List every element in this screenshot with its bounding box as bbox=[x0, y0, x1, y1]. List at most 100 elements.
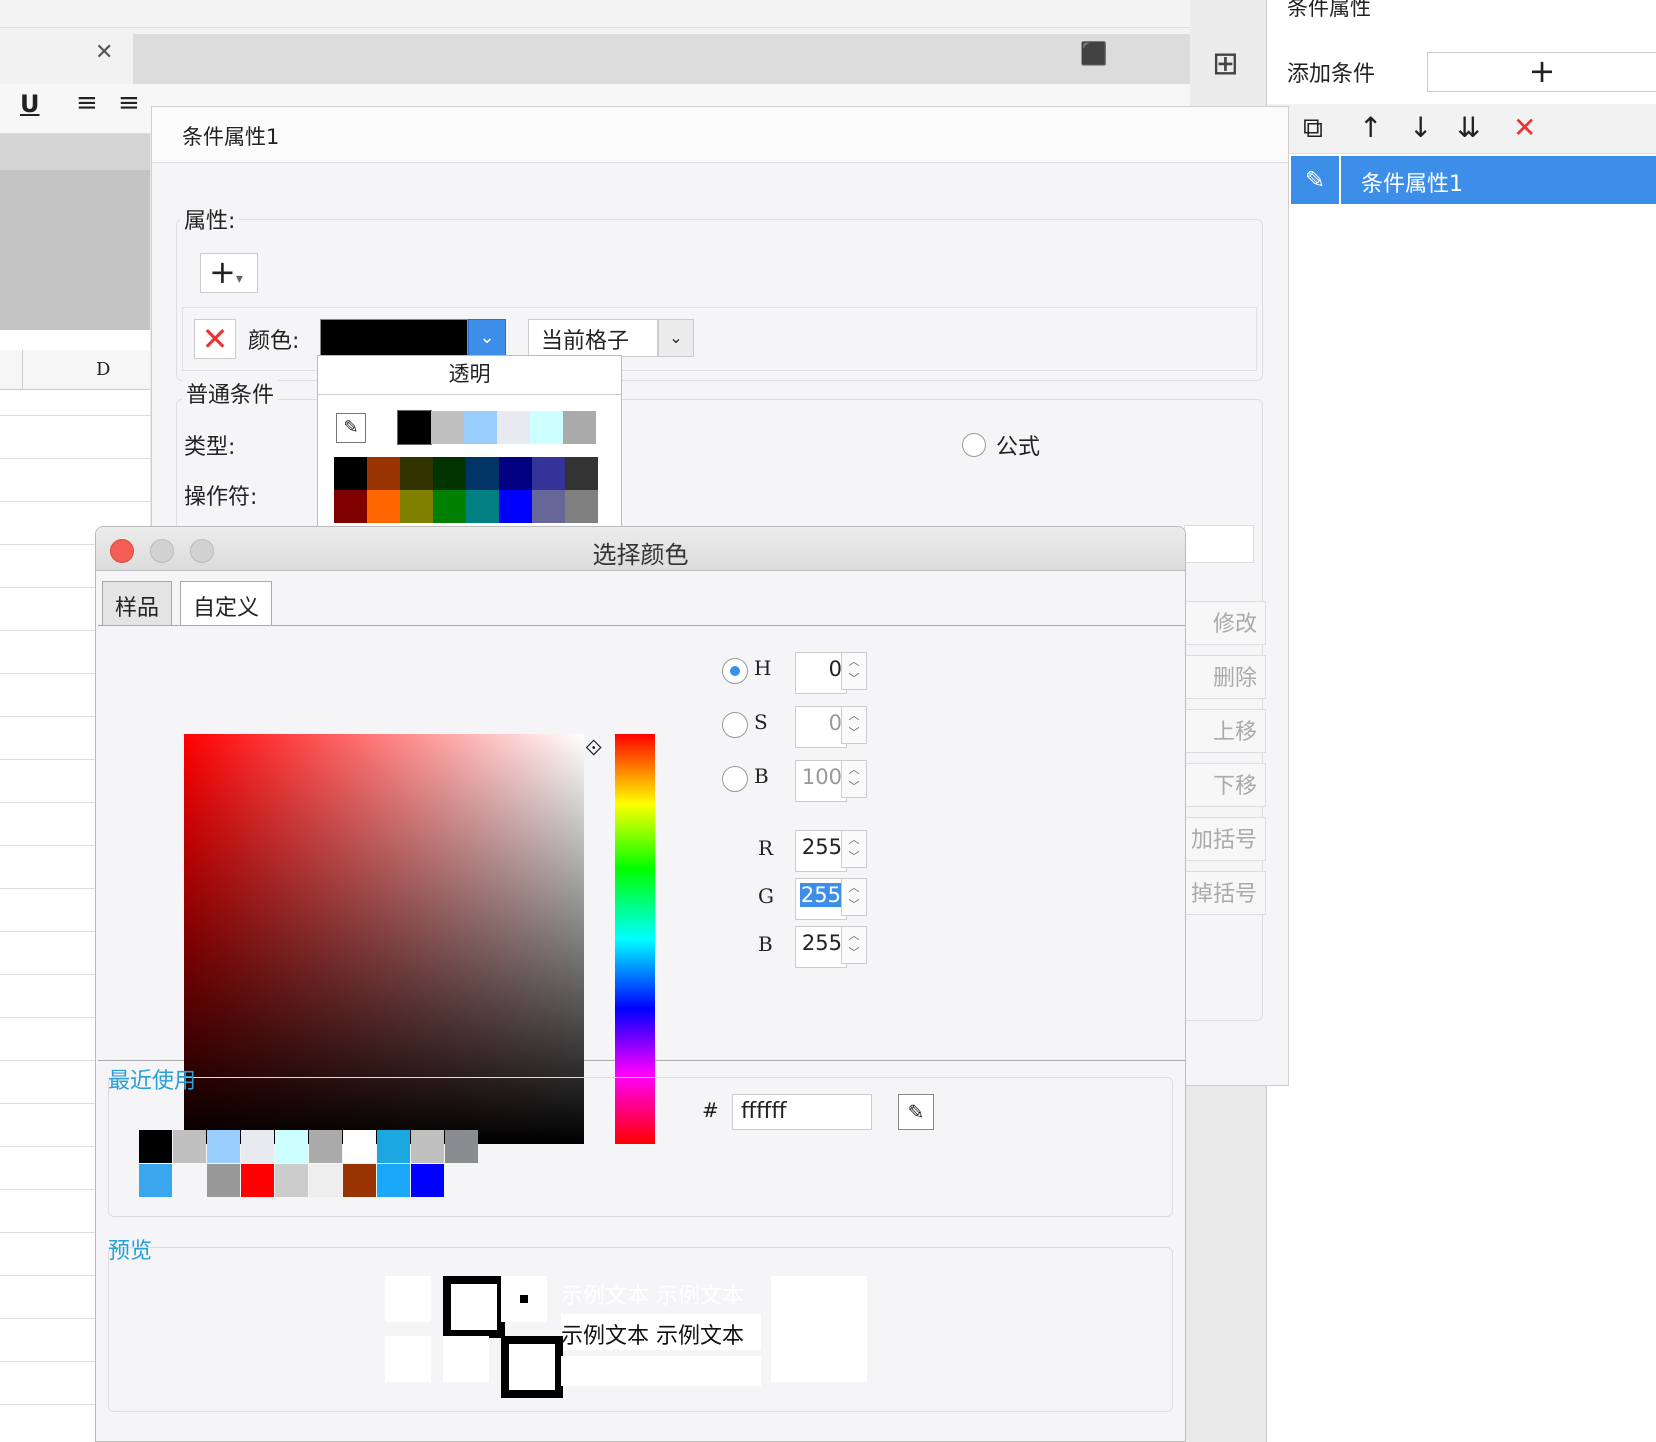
recent-color-swatch[interactable] bbox=[343, 1130, 376, 1163]
recent-color-swatch[interactable] bbox=[241, 1164, 274, 1197]
red-label: R bbox=[758, 836, 774, 860]
formula-radio[interactable] bbox=[962, 433, 986, 457]
recent-color-swatch[interactable] bbox=[173, 1130, 206, 1163]
palette-swatch[interactable] bbox=[334, 490, 367, 523]
align-left-icon[interactable]: ≡ bbox=[76, 88, 98, 118]
move-down-icon[interactable]: ↓ bbox=[1409, 112, 1432, 144]
delete-property-button[interactable]: ✕ bbox=[194, 319, 236, 359]
brightness-stepper[interactable]: ︿ ﹀ bbox=[841, 760, 867, 798]
recent-color-swatch[interactable] bbox=[139, 1130, 172, 1163]
green-stepper[interactable]: ︿ ﹀ bbox=[841, 878, 867, 916]
eyedropper-icon[interactable]: ✎ bbox=[336, 413, 366, 443]
saturation-stepper[interactable]: ︿ ﹀ bbox=[841, 706, 867, 744]
row-header bbox=[0, 350, 23, 389]
brightness-input[interactable]: 100 bbox=[795, 760, 847, 802]
hue-label: H bbox=[754, 656, 772, 680]
scope-select[interactable]: 当前格子 bbox=[528, 319, 658, 357]
panel-toolbar: ⧉ ↑ ↓ ⇊ ✕ bbox=[1267, 104, 1656, 154]
recent-color-swatch[interactable] bbox=[241, 1130, 274, 1163]
green-input[interactable]: 255 bbox=[795, 878, 847, 920]
recent-color-swatch[interactable] bbox=[309, 1164, 342, 1197]
copy-icon[interactable]: ⧉ bbox=[1303, 112, 1323, 144]
palette-swatch[interactable] bbox=[433, 490, 466, 523]
transparent-option[interactable]: 透明 bbox=[318, 356, 621, 395]
palette-swatch[interactable] bbox=[334, 457, 367, 490]
close-tab-icon[interactable]: ✕ bbox=[95, 40, 113, 65]
preview-blank-3 bbox=[443, 1336, 489, 1382]
palette-swatch[interactable] bbox=[466, 490, 499, 523]
recent-color-swatch[interactable] bbox=[275, 1164, 308, 1197]
palette-swatch[interactable] bbox=[367, 457, 400, 490]
blue-input[interactable]: 255 bbox=[795, 926, 847, 968]
palette-swatch[interactable] bbox=[499, 490, 532, 523]
recent-color-swatch[interactable] bbox=[377, 1130, 410, 1163]
hue-stepper[interactable]: ︿ ﹀ bbox=[841, 652, 867, 690]
hue-radio[interactable] bbox=[722, 658, 748, 684]
red-input[interactable]: 255 bbox=[795, 830, 847, 872]
underline-icon[interactable]: U bbox=[20, 90, 40, 118]
saturation-input[interactable]: 0 bbox=[795, 706, 847, 748]
palette-swatch[interactable] bbox=[565, 457, 598, 490]
preview-label: 预览 bbox=[108, 1239, 153, 1264]
choose-color-dialog: 选择颜色 样品 自定义 ⟐ H 0 ︿ ﹀ S 0 ︿ ﹀ B 100 ︿ ﹀ R 2… bbox=[95, 526, 1186, 1442]
delete-icon[interactable]: ✕ bbox=[1513, 112, 1536, 144]
palette-swatch[interactable] bbox=[499, 457, 532, 490]
red-stepper[interactable]: ︿ ﹀ bbox=[841, 830, 867, 868]
palette-swatch[interactable] bbox=[433, 457, 466, 490]
chevron-down-icon: ▾ bbox=[235, 271, 243, 287]
recent-color-swatch[interactable] bbox=[275, 1130, 308, 1163]
palette-swatch[interactable] bbox=[431, 411, 464, 444]
palette-swatch[interactable] bbox=[532, 490, 565, 523]
palette-swatch[interactable] bbox=[532, 457, 565, 490]
recent-colors-label: 最近使用 bbox=[108, 1069, 197, 1094]
condition-properties-panel: 条件属性 添加条件 + ⧉ ↑ ↓ ⇊ ✕ ✎ 条件属性1 bbox=[1266, 0, 1656, 1442]
color-dropdown-button[interactable]: ⌄ bbox=[468, 319, 506, 357]
blue-label: B bbox=[758, 932, 773, 956]
palette-swatch[interactable] bbox=[565, 490, 598, 523]
recent-color-swatch[interactable] bbox=[343, 1164, 376, 1197]
palette-swatch[interactable] bbox=[367, 490, 400, 523]
recent-color-swatch[interactable] bbox=[207, 1164, 240, 1197]
hue-handle-icon[interactable]: ⟐ bbox=[585, 734, 615, 764]
saturation-radio[interactable] bbox=[722, 712, 748, 738]
palette-swatch[interactable] bbox=[397, 410, 432, 445]
blue-stepper[interactable]: ︿ ﹀ bbox=[841, 926, 867, 964]
palette-swatch[interactable] bbox=[563, 411, 596, 444]
recent-colors-group bbox=[108, 1077, 1173, 1217]
tab-strip bbox=[133, 34, 1190, 84]
palette-swatch[interactable] bbox=[466, 457, 499, 490]
format-painter-icon[interactable]: ⬛ bbox=[1080, 42, 1107, 67]
add-property-button[interactable]: +▾ bbox=[200, 253, 258, 293]
recent-color-swatch[interactable] bbox=[309, 1130, 342, 1163]
column-header[interactable]: D bbox=[0, 350, 150, 390]
condition-list-item[interactable]: ✎ 条件属性1 bbox=[1291, 156, 1656, 204]
green-value: 255 bbox=[799, 883, 842, 907]
recent-color-swatch[interactable] bbox=[411, 1130, 444, 1163]
condition-item-label: 条件属性1 bbox=[1361, 172, 1463, 197]
color-swatch[interactable] bbox=[320, 319, 468, 357]
add-condition-button[interactable]: + bbox=[1427, 52, 1656, 92]
recent-color-swatch[interactable] bbox=[139, 1164, 172, 1197]
palette-swatch[interactable] bbox=[497, 411, 530, 444]
ruler bbox=[0, 134, 150, 170]
move-up-icon[interactable]: ↑ bbox=[1359, 112, 1382, 144]
recent-color-swatch[interactable] bbox=[445, 1164, 478, 1197]
recent-color-swatch[interactable] bbox=[377, 1164, 410, 1197]
recent-color-swatch[interactable] bbox=[207, 1130, 240, 1163]
chevron-down-icon[interactable]: ⌄ bbox=[658, 319, 694, 357]
palette-swatch[interactable] bbox=[400, 457, 433, 490]
palette-swatch[interactable] bbox=[464, 411, 497, 444]
recent-color-swatch[interactable] bbox=[411, 1164, 444, 1197]
palette-swatch[interactable] bbox=[530, 411, 563, 444]
align-center-icon[interactable]: ≡ bbox=[118, 88, 140, 118]
brightness-radio[interactable] bbox=[722, 766, 748, 792]
value-input[interactable] bbox=[1184, 525, 1254, 563]
preview-blank-1 bbox=[385, 1276, 431, 1322]
palette-swatch[interactable] bbox=[400, 490, 433, 523]
layout-icon[interactable]: ⊞ bbox=[1212, 44, 1239, 82]
recent-color-swatch[interactable] bbox=[445, 1130, 478, 1163]
color-label: 颜色: bbox=[248, 329, 300, 354]
sort-down-icon[interactable]: ⇊ bbox=[1457, 112, 1480, 144]
hue-input[interactable]: 0 bbox=[795, 652, 847, 694]
recent-color-swatch[interactable] bbox=[173, 1164, 206, 1197]
